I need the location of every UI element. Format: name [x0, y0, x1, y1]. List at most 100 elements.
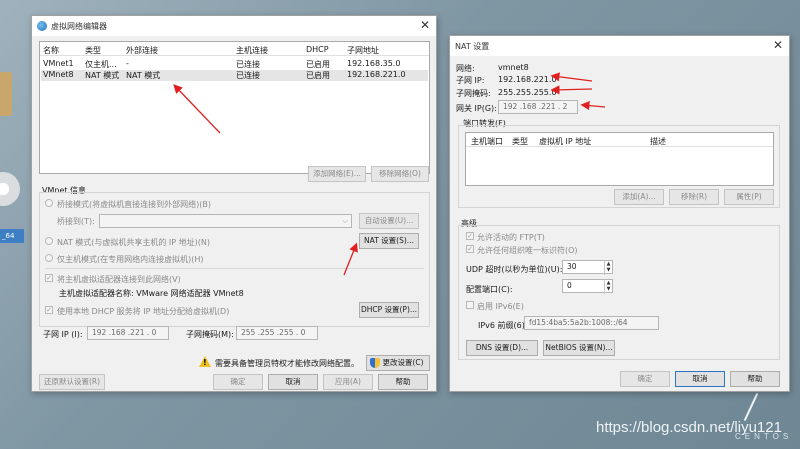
row-cell: - — [126, 59, 129, 68]
chevron-down-icon: ⌵ — [342, 216, 348, 225]
network-label: 网络: — [456, 64, 475, 73]
config-port-value: 0 — [567, 281, 572, 290]
use-dhcp-checkbox[interactable] — [45, 306, 53, 314]
nat-cancel-button[interactable]: 取消 — [675, 371, 725, 387]
warning-icon — [199, 356, 211, 367]
restore-defaults-button[interactable]: 还原默认设置(R) — [39, 374, 105, 390]
col-host[interactable]: 主机连接 — [236, 45, 268, 56]
pf-add-button[interactable]: 添加(A)... — [614, 189, 664, 205]
network-row-vmnet1[interactable]: VMnet1 仅主机... - 已连接 已启用 192.168.35.0 — [41, 59, 428, 70]
pf-col-host-port[interactable]: 主机端口 — [471, 136, 503, 147]
nat-help-button[interactable]: 帮助 — [730, 371, 780, 387]
gateway-label: 网关 IP(G): — [456, 104, 497, 113]
pf-col-vm-ip[interactable]: 虚拟机 IP 地址 — [539, 136, 591, 147]
apply-button[interactable]: 应用(A) — [323, 374, 373, 390]
adapter-name-text: 主机虚拟适配器名称: VMware 网络适配器 VMnet8 — [59, 289, 244, 298]
config-port-stepper[interactable]: 0 ▲ ▼ — [562, 279, 613, 294]
bridge-mode-label[interactable]: 桥接模式(将虚拟机直接连接到外部网络)(B) — [57, 199, 211, 210]
vmware-network-icon — [37, 21, 47, 31]
connect-adapter-label[interactable]: 将主机虚拟适配器连接到此网络(V) — [57, 274, 181, 285]
udp-timeout-value: 30 — [567, 262, 577, 271]
row-cell: 已连接 — [236, 60, 260, 69]
port-forwarding-header: 主机端口 类型 虚拟机 IP 地址 描述 — [466, 133, 773, 147]
nat-ok-button[interactable]: 确定 — [620, 371, 670, 387]
cancel-button[interactable]: 取消 — [268, 374, 318, 390]
col-external[interactable]: 外部连接 — [126, 45, 158, 56]
desktop-icon-label[interactable]: _64 — [0, 229, 24, 243]
enable-ipv6-label[interactable]: 启用 IPv6(E) — [477, 301, 524, 312]
desktop-disc-icon[interactable] — [0, 172, 20, 206]
netbios-settings-button[interactable]: NetBIOS 设置(N)... — [543, 340, 615, 356]
ok-button[interactable]: 确定 — [213, 374, 263, 390]
row-cell: 已启用 — [306, 60, 330, 69]
pf-col-type[interactable]: 类型 — [512, 136, 528, 147]
virtual-network-editor-window: 虚拟网络编辑器 ✕ 名称 类型 外部连接 主机连接 DHCP 子网地址 VMne… — [31, 15, 437, 392]
dhcp-settings-button[interactable]: DHCP 设置(P)... — [359, 302, 419, 318]
allow-oui-checkbox[interactable] — [466, 245, 474, 253]
nat-subnet-ip-label: 子网 IP: — [456, 76, 485, 85]
spin-arrows-icon[interactable]: ▲ ▼ — [604, 280, 612, 294]
divider — [45, 268, 424, 269]
allow-ftp-checkbox[interactable] — [466, 232, 474, 240]
ipv6-prefix-label: IPv6 前缀(6): — [478, 321, 528, 330]
row-cell: NAT 模式 — [126, 71, 161, 80]
connect-adapter-checkbox[interactable] — [45, 274, 53, 282]
port-forwarding-list[interactable]: 主机端口 类型 虚拟机 IP 地址 描述 — [465, 132, 774, 186]
allow-oui-label[interactable]: 允许任何组织唯一标识符(O) — [477, 245, 578, 256]
subnet-ip-field[interactable]: 192 .168 .221 . 0 — [87, 326, 169, 340]
help-button[interactable]: 帮助 — [378, 374, 428, 390]
wallpaper-brand: CENTOS — [735, 432, 793, 441]
desktop-folder-icon[interactable] — [0, 72, 12, 116]
auto-settings-button[interactable]: 自动设置(U)... — [359, 213, 419, 229]
wallpaper-streak — [743, 392, 759, 422]
nat-subnet-ip-value: 192.168.221.0 — [498, 75, 557, 84]
dns-settings-button[interactable]: DNS 设置(D)... — [466, 340, 538, 356]
enable-ipv6-checkbox[interactable] — [466, 301, 474, 309]
row-cell: VMnet8 — [43, 70, 74, 79]
pf-remove-button[interactable]: 移除(R) — [669, 189, 719, 205]
subnet-ip-label: 子网 IP (I): — [43, 330, 83, 339]
nat-mode-label[interactable]: NAT 模式(与虚拟机共享主机的 IP 地址)(N) — [57, 237, 210, 248]
row-cell: 已启用 — [306, 71, 330, 80]
editor-titlebar[interactable]: 虚拟网络编辑器 ✕ — [32, 16, 436, 36]
col-type[interactable]: 类型 — [85, 45, 101, 56]
network-list[interactable]: 名称 类型 外部连接 主机连接 DHCP 子网地址 VMnet1 仅主机... … — [39, 41, 430, 174]
gateway-ip-field[interactable]: 192 .168 .221 . 2 — [498, 100, 578, 114]
col-dhcp[interactable]: DHCP — [306, 45, 329, 54]
nat-titlebar[interactable]: NAT 设置 ✕ — [450, 36, 789, 56]
row-cell: 192.168.221.0 — [347, 70, 406, 79]
bridge-mode-radio[interactable] — [45, 199, 53, 207]
change-settings-label: 更改设置(C) — [382, 358, 424, 367]
pf-col-description[interactable]: 描述 — [650, 136, 666, 147]
add-network-button[interactable]: 添加网络(E)... — [308, 166, 366, 182]
use-dhcp-label[interactable]: 使用本地 DHCP 服务将 IP 地址分配给虚拟机(D) — [57, 306, 229, 317]
network-value: vmnet8 — [498, 63, 529, 72]
nat-mode-radio[interactable] — [45, 237, 53, 245]
subnet-mask-label: 子网掩码(M): — [186, 330, 234, 339]
nat-settings-window: NAT 设置 ✕ 网络: vmnet8 子网 IP: 192.168.221.0… — [449, 35, 790, 392]
network-row-vmnet8[interactable]: VMnet8 NAT 模式 NAT 模式 已连接 已启用 192.168.221… — [41, 70, 428, 81]
editor-close-icon[interactable]: ✕ — [420, 18, 430, 32]
udp-timeout-label: UDP 超时(以秒为单位)(U): — [466, 265, 563, 274]
nat-close-icon[interactable]: ✕ — [773, 38, 783, 52]
row-cell: 192.168.35.0 — [347, 59, 401, 68]
remove-network-button[interactable]: 移除网络(O) — [371, 166, 429, 182]
col-subnet[interactable]: 子网地址 — [347, 45, 379, 56]
col-name[interactable]: 名称 — [43, 45, 59, 56]
allow-ftp-label[interactable]: 允许活动的 FTP(T) — [477, 232, 545, 243]
subnet-mask-field[interactable]: 255 .255 .255 . 0 — [236, 326, 318, 340]
editor-title: 虚拟网络编辑器 — [51, 22, 107, 31]
row-cell: 仅主机... — [85, 60, 117, 69]
pf-properties-button[interactable]: 属性(P) — [724, 189, 774, 205]
nat-settings-button[interactable]: NAT 设置(S)... — [359, 233, 419, 249]
host-only-label[interactable]: 仅主机模式(在专用网络内连接虚拟机)(H) — [57, 254, 204, 265]
bridged-to-select[interactable]: ⌵ — [99, 214, 352, 228]
ipv6-prefix-field[interactable]: fd15:4ba5:5a2b:1008::/64 — [524, 316, 659, 330]
host-only-radio[interactable] — [45, 254, 53, 262]
udp-timeout-stepper[interactable]: 30 ▲ ▼ — [562, 260, 613, 275]
bridged-to-label: 桥接到(T): — [57, 217, 95, 226]
change-settings-button[interactable]: 更改设置(C) — [366, 355, 430, 371]
spin-arrows-icon[interactable]: ▲ ▼ — [604, 261, 612, 275]
row-cell: NAT 模式 — [85, 71, 120, 80]
nat-title: NAT 设置 — [455, 42, 490, 51]
